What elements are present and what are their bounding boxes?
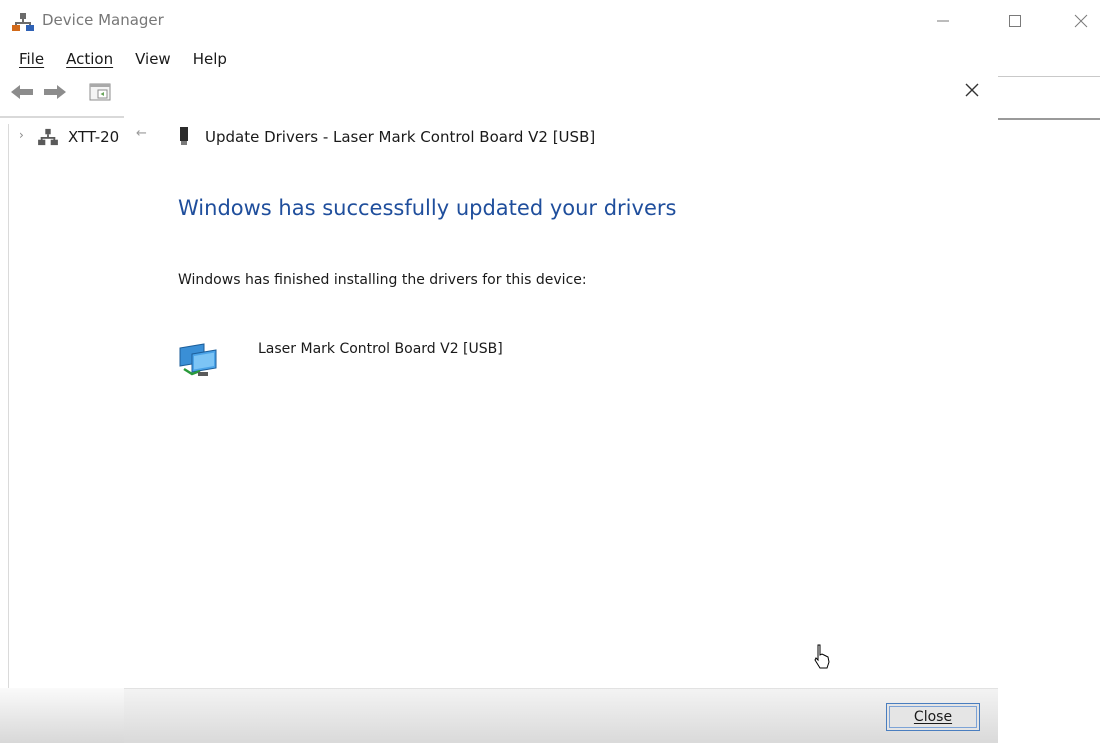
back-arrow-icon <box>10 83 34 105</box>
panel-edge <box>998 76 1100 77</box>
forward-arrow-icon <box>43 83 67 105</box>
properties-button[interactable] <box>88 83 112 105</box>
toolbar <box>0 80 130 110</box>
menu-action[interactable]: Action <box>66 48 113 74</box>
menu-help[interactable]: Help <box>193 48 227 74</box>
tree-border <box>8 124 9 688</box>
dialog-title: Update Drivers - Laser Mark Control Boar… <box>205 128 596 146</box>
close-icon <box>1074 14 1088 28</box>
tree-root-label[interactable]: XTT-20 <box>68 128 119 146</box>
menu-bar: File Action View Help <box>0 48 231 74</box>
back-arrow-icon[interactable]: ← <box>136 126 147 141</box>
title-bar: Device Manager <box>0 0 1100 44</box>
maximize-icon <box>1008 14 1022 28</box>
dialog-close-button[interactable] <box>958 78 986 106</box>
maximize-button[interactable] <box>992 6 1038 36</box>
close-button[interactable]: Close <box>886 703 980 731</box>
minimize-button[interactable] <box>920 6 966 36</box>
device-name: Laser Mark Control Board V2 [USB] <box>258 341 503 357</box>
status-strip <box>0 688 124 743</box>
menu-file[interactable]: File <box>19 48 44 74</box>
window-title: Device Manager <box>42 11 164 29</box>
close-window-button[interactable] <box>1058 6 1100 36</box>
minimize-icon <box>936 14 950 28</box>
success-heading: Windows has successfully updated your dr… <box>178 196 677 220</box>
back-button[interactable] <box>10 83 34 105</box>
screen: Device Manager File Action View Help › X… <box>0 0 1100 743</box>
network-adapter-icon <box>178 338 222 380</box>
menu-view[interactable]: View <box>135 48 171 74</box>
dialog-footer: Close <box>124 688 998 743</box>
update-drivers-dialog: ← Update Drivers - Laser Mark Control Bo… <box>124 76 998 743</box>
properties-icon <box>89 83 111 105</box>
device-manager-icon <box>12 12 34 32</box>
computer-icon <box>38 128 58 146</box>
completion-message: Windows has finished installing the driv… <box>178 272 587 288</box>
usb-device-icon <box>178 126 190 146</box>
close-icon <box>964 82 980 102</box>
toolbar-separator <box>0 116 140 118</box>
panel-edge <box>998 118 1100 120</box>
chevron-right-icon[interactable]: › <box>19 128 24 142</box>
forward-button[interactable] <box>43 83 67 105</box>
